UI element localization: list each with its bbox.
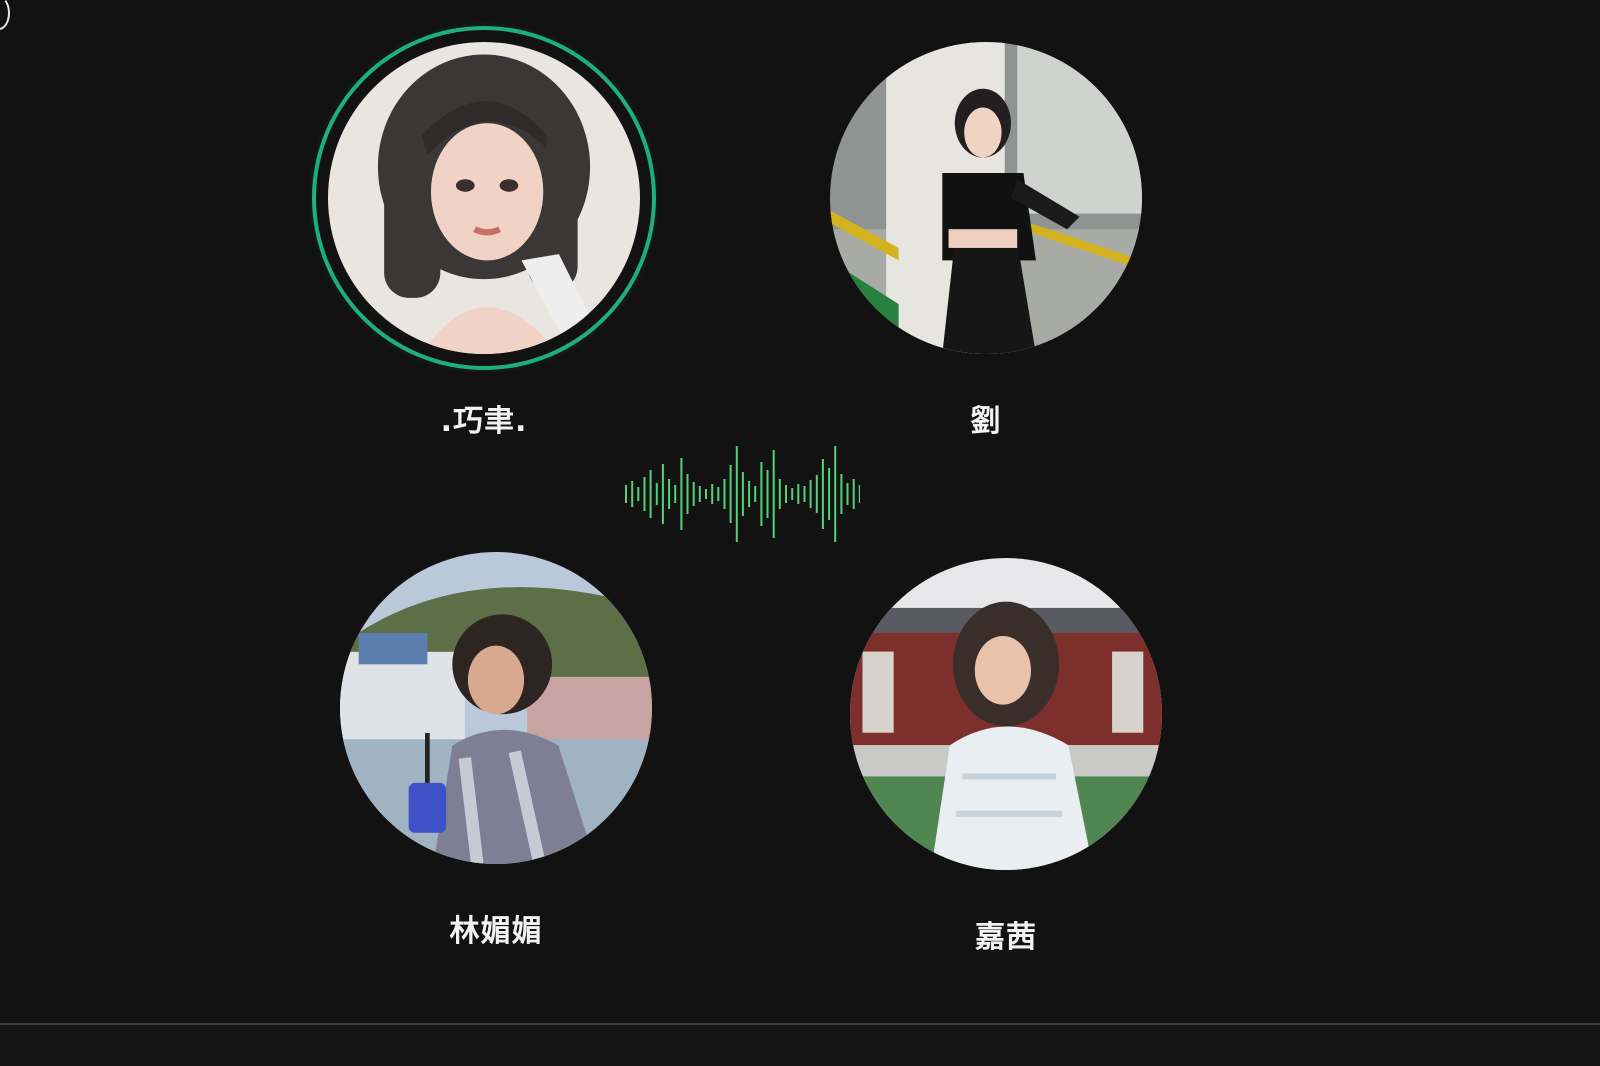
speaking-ring — [316, 30, 652, 366]
participant-tile-4[interactable]: 嘉茜 — [826, 546, 1186, 956]
avatar-frame — [818, 30, 1154, 366]
avatar[interactable] — [340, 552, 652, 864]
avatar-frame — [328, 540, 664, 876]
avatar[interactable] — [830, 42, 1142, 354]
edge-arc-icon — [0, 0, 10, 30]
portrait-photo-icon — [340, 552, 652, 864]
voice-call-stage: .巧聿. 劉 林媚媚 嘉茜 — [0, 0, 1600, 1066]
bottom-divider-bar — [0, 1023, 1600, 1066]
participant-name: 嘉茜 — [975, 920, 1037, 955]
sound-wave-icon — [625, 446, 860, 542]
portrait-photo-icon — [328, 42, 640, 354]
participant-name: 林媚媚 — [449, 914, 543, 949]
avatar-frame — [838, 546, 1174, 882]
portrait-photo-icon — [850, 558, 1162, 870]
participant-name: 劉 — [970, 404, 1002, 439]
avatar[interactable] — [850, 558, 1162, 870]
portrait-photo-icon — [830, 42, 1142, 354]
participant-tile-3[interactable]: 林媚媚 — [316, 540, 676, 950]
participant-tile-2[interactable]: 劉 — [806, 30, 1166, 440]
avatar[interactable] — [328, 42, 640, 354]
participant-name: .巧聿. — [440, 404, 528, 439]
participant-tile-1[interactable]: .巧聿. — [304, 30, 664, 440]
